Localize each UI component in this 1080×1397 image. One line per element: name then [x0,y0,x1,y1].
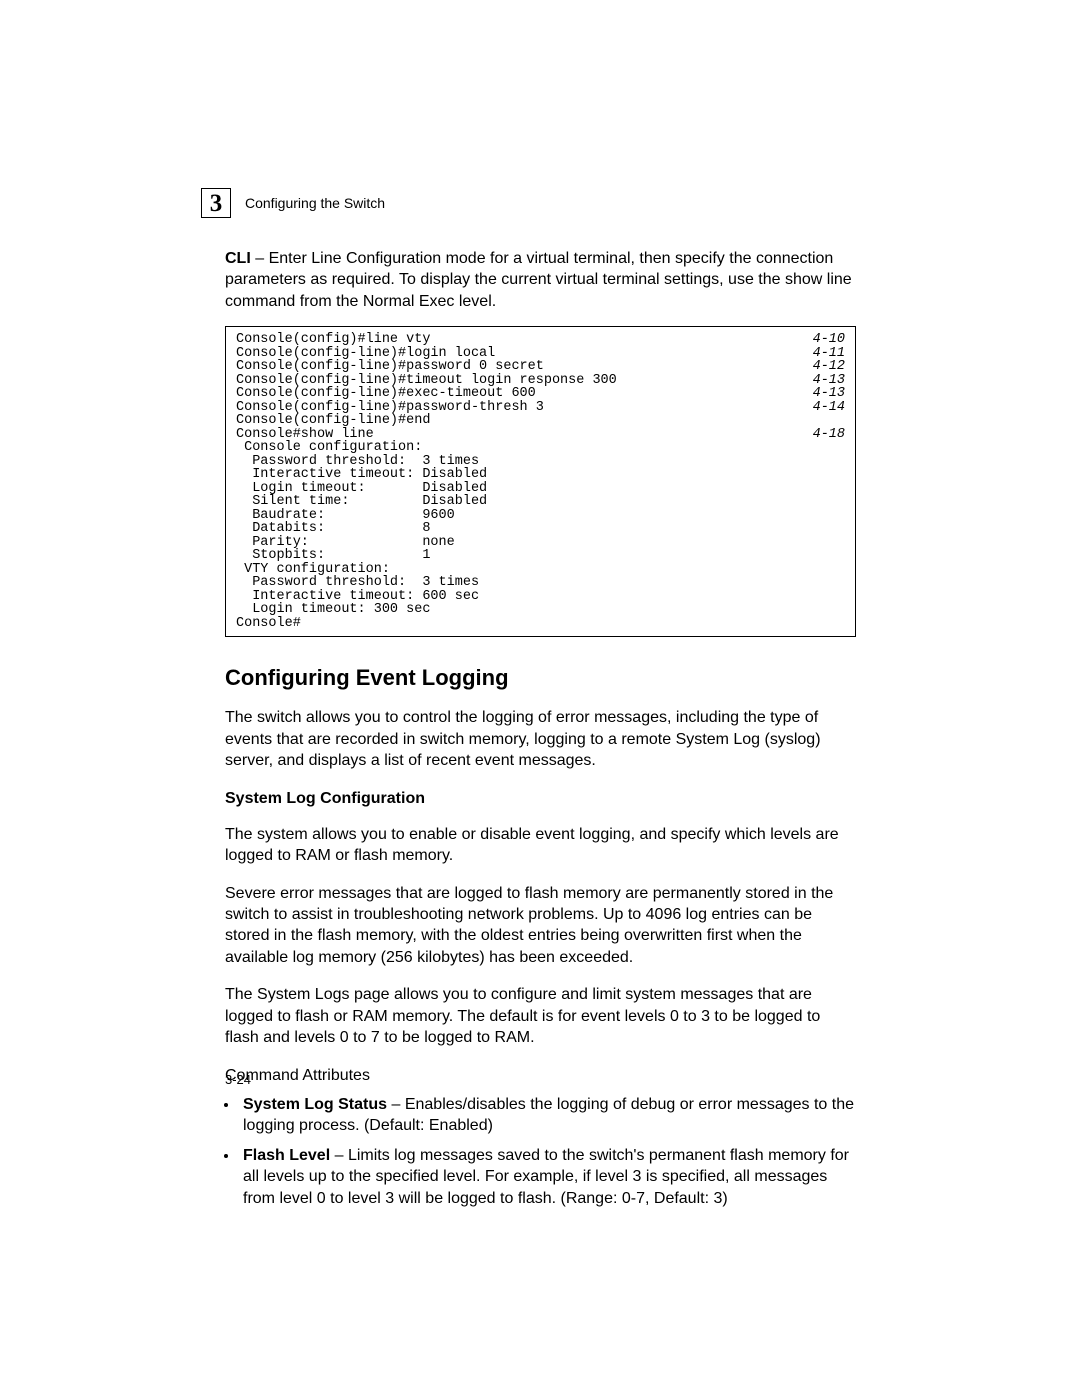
code-text: Console#show line [236,428,789,442]
attr-name-system-log-status: System Log Status [243,1096,387,1113]
code-text: Parity: none [236,536,845,550]
section-intro-paragraph: The switch allows you to control the log… [225,707,856,771]
code-text: Databits: 8 [236,522,845,536]
chapter-title: Configuring the Switch [245,195,385,211]
code-line: Baudrate: 9600 [236,509,845,523]
code-text: Console(config-line)#password 0 secret [236,360,789,374]
cli-intro-text-2: command from the Normal Exec level. [225,293,496,310]
cli-command-name: show line [785,271,852,288]
code-page-ref: 4-18 [789,428,845,442]
code-text: Interactive timeout: 600 sec [236,590,845,604]
chapter-header: 3 Configuring the Switch [201,188,856,218]
code-line: Console(config-line)#timeout login respo… [236,374,845,388]
code-text: Password threshold: 3 times [236,455,845,469]
code-line: Console(config)#line vty4-10 [236,333,845,347]
code-text: Console# [236,617,845,631]
code-text: Baudrate: 9600 [236,509,845,523]
attribute-list: System Log Status – Enables/disables the… [225,1094,856,1209]
syslog-paragraph-2: Severe error messages that are logged to… [225,883,856,969]
code-line: Console(config-line)#exec-timeout 6004-1… [236,387,845,401]
chapter-number: 3 [210,191,223,216]
code-page-ref: 4-10 [789,333,845,347]
code-text: Stopbits: 1 [236,549,845,563]
cli-intro-paragraph: CLI – Enter Line Configuration mode for … [225,248,856,312]
code-text: Console(config-line)#end [236,414,845,428]
code-line: Console(config-line)#password-thresh 34-… [236,401,845,415]
code-line: Password threshold: 3 times [236,576,845,590]
code-line: Silent time: Disabled [236,495,845,509]
attr-desc: – Limits log messages saved to the switc… [243,1147,849,1207]
code-line: Parity: none [236,536,845,550]
code-text: Password threshold: 3 times [236,576,845,590]
code-text: Interactive timeout: Disabled [236,468,845,482]
cli-intro-text-1: – Enter Line Configuration mode for a vi… [225,250,833,288]
code-text: Login timeout: Disabled [236,482,845,496]
code-line: Console(config-line)#login local4-11 [236,347,845,361]
code-line: Interactive timeout: Disabled [236,468,845,482]
code-line: Databits: 8 [236,522,845,536]
page-number: 3-24 [225,1072,251,1087]
code-page-ref: 4-11 [789,347,845,361]
code-text: Console(config-line)#login local [236,347,789,361]
cli-output-block: Console(config)#line vty4-10Console(conf… [225,326,856,637]
code-line: Password threshold: 3 times [236,455,845,469]
code-line: Interactive timeout: 600 sec [236,590,845,604]
code-text: Console(config)#line vty [236,333,789,347]
document-page: 3 Configuring the Switch CLI – Enter Lin… [0,0,1080,1397]
code-page-ref: 4-12 [789,360,845,374]
attr-name-flash-level: Flash Level [243,1147,330,1164]
list-item: Flash Level – Limits log messages saved … [239,1145,856,1209]
code-text: Console(config-line)#password-thresh 3 [236,401,789,415]
code-page-ref: 4-13 [789,374,845,388]
command-attributes-label: Command Attributes [225,1065,856,1086]
code-line: Console(config-line)#password 0 secret4-… [236,360,845,374]
code-page-ref: 4-14 [789,401,845,415]
code-line: VTY configuration: [236,563,845,577]
list-item: System Log Status – Enables/disables the… [239,1094,856,1137]
code-text: VTY configuration: [236,563,845,577]
cli-prefix: CLI [225,250,251,267]
code-line: Stopbits: 1 [236,549,845,563]
code-text: Console(config-line)#timeout login respo… [236,374,789,388]
code-page-ref: 4-13 [789,387,845,401]
code-line: Console configuration: [236,441,845,455]
code-text: Console configuration: [236,441,845,455]
code-line: Console#show line4-18 [236,428,845,442]
section-heading: Configuring Event Logging [225,665,856,691]
code-text: Silent time: Disabled [236,495,845,509]
code-line: Console(config-line)#end [236,414,845,428]
subsection-heading: System Log Configuration [225,790,856,808]
syslog-paragraph-3: The System Logs page allows you to confi… [225,984,856,1048]
code-text: Console(config-line)#exec-timeout 600 [236,387,789,401]
chapter-number-box: 3 [201,188,231,218]
code-line: Login timeout: Disabled [236,482,845,496]
code-text: Login timeout: 300 sec [236,603,845,617]
code-line: Login timeout: 300 sec [236,603,845,617]
code-line: Console# [236,617,845,631]
syslog-paragraph-1: The system allows you to enable or disab… [225,824,856,867]
